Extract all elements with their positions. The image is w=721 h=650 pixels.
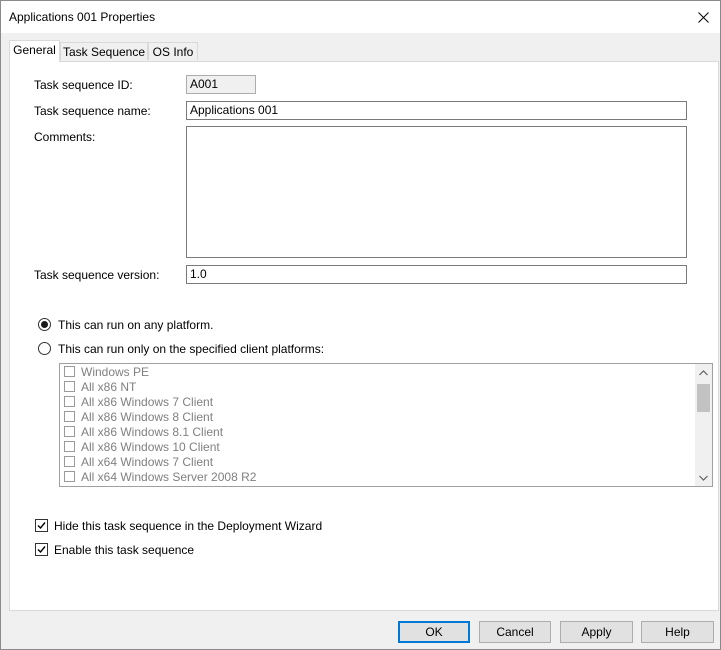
platform-checkbox[interactable] (64, 456, 75, 467)
platform-checkbox[interactable] (64, 381, 75, 392)
platforms-list[interactable]: Windows PE All x86 NT All x86 Windows 7 … (59, 363, 713, 487)
task-sequence-version-label: Task sequence version: (34, 268, 160, 282)
checkmark-icon (37, 546, 46, 554)
task-sequence-id-label: Task sequence ID: (34, 78, 133, 92)
close-icon (697, 11, 709, 23)
cancel-button[interactable]: Cancel (479, 621, 551, 643)
specified-platforms-radio[interactable] (38, 342, 51, 355)
properties-dialog: Applications 001 Properties General Task… (0, 0, 721, 650)
scroll-up-button[interactable] (695, 364, 712, 381)
apply-button[interactable]: Apply (560, 621, 633, 643)
comments-label: Comments: (34, 130, 96, 144)
specified-platforms-label[interactable]: This can run only on the specified clien… (58, 342, 324, 356)
ok-button[interactable]: OK (398, 621, 470, 643)
scroll-thumb[interactable] (697, 384, 710, 412)
chevron-down-icon (699, 475, 708, 481)
tab-task-sequence[interactable]: Task Sequence (60, 42, 148, 60)
platform-checkbox[interactable] (64, 411, 75, 422)
hide-in-wizard-label[interactable]: Hide this task sequence in the Deploymen… (54, 519, 322, 533)
any-platform-radio[interactable] (38, 318, 51, 331)
platform-checkbox[interactable] (64, 441, 75, 452)
comments-field[interactable] (186, 126, 687, 258)
platform-checkbox[interactable] (64, 426, 75, 437)
tab-general[interactable]: General (9, 40, 60, 62)
close-button[interactable] (686, 1, 720, 33)
scroll-down-button[interactable] (695, 469, 712, 486)
task-sequence-id-field: A001 (186, 75, 256, 94)
platform-checkbox[interactable] (64, 396, 75, 407)
platform-checkbox[interactable] (64, 366, 75, 377)
any-platform-label[interactable]: This can run on any platform. (58, 318, 213, 332)
platforms-scrollbar[interactable] (695, 364, 712, 486)
window-title: Applications 001 Properties (9, 10, 156, 24)
general-panel: Task sequence ID: A001 Task sequence nam… (9, 61, 719, 611)
checkmark-icon (37, 522, 46, 530)
task-sequence-name-field[interactable]: Applications 001 (186, 101, 687, 120)
title-bar[interactable]: Applications 001 Properties (1, 1, 720, 33)
chevron-up-icon (699, 369, 708, 375)
task-sequence-version-field[interactable]: 1.0 (186, 265, 687, 284)
platform-checkbox[interactable] (64, 471, 75, 482)
enable-task-sequence-checkbox[interactable] (35, 543, 48, 556)
tab-os-info[interactable]: OS Info (148, 42, 198, 60)
hide-in-wizard-checkbox[interactable] (35, 519, 48, 532)
help-button[interactable]: Help (641, 621, 714, 643)
task-sequence-name-label: Task sequence name: (34, 104, 151, 118)
enable-task-sequence-label[interactable]: Enable this task sequence (54, 543, 194, 557)
